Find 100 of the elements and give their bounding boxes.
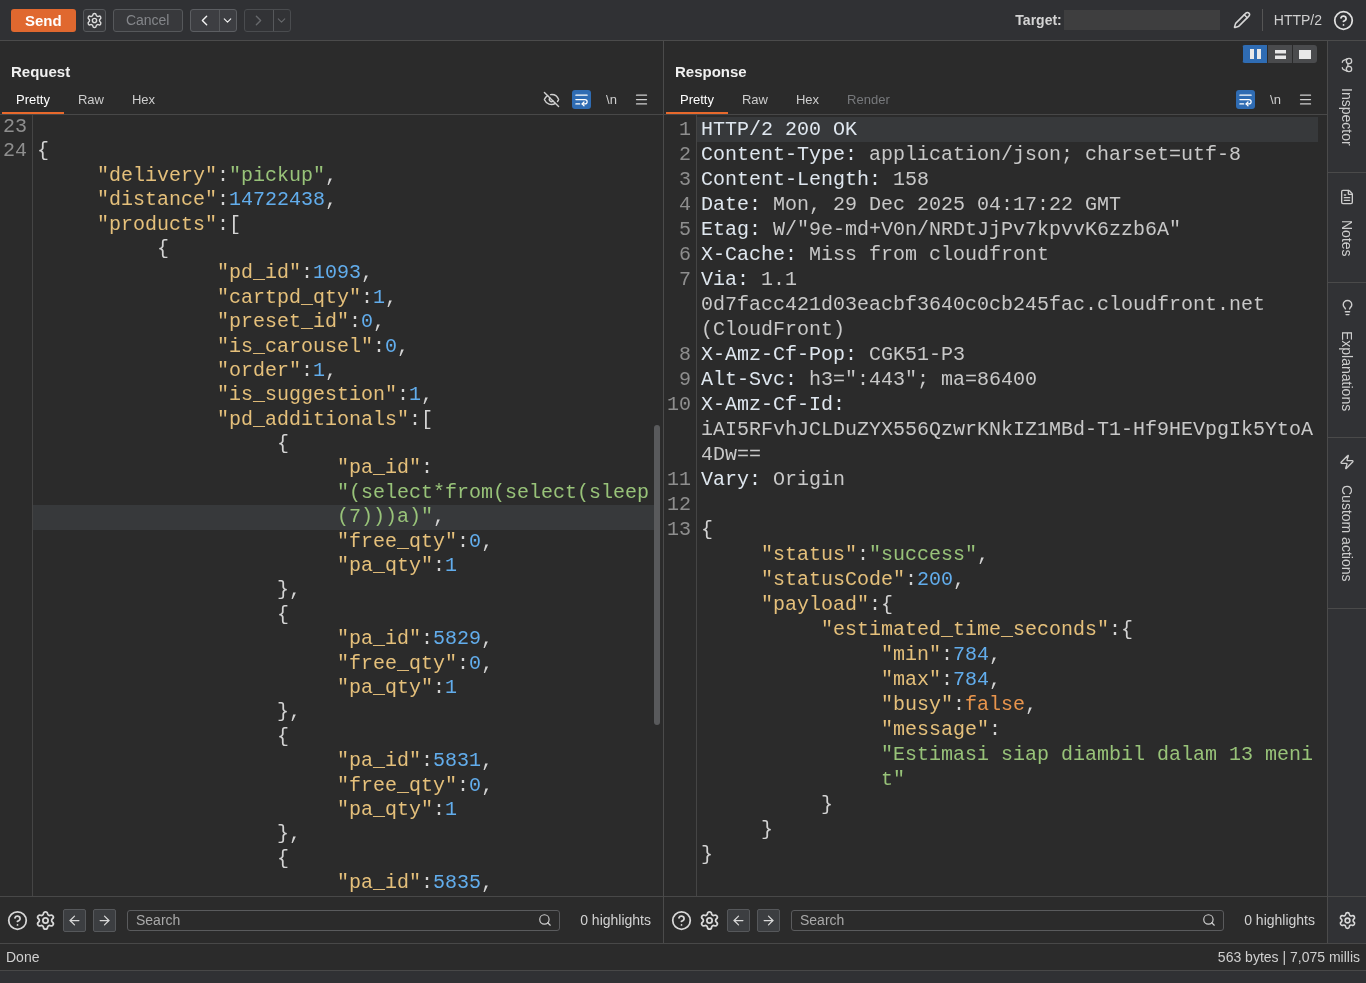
pencil-icon[interactable] bbox=[1232, 11, 1251, 29]
code-line: X-Amz-Cf-Id: bbox=[701, 393, 846, 416]
view-tab[interactable]: Raw bbox=[63, 85, 118, 114]
hide-toggle[interactable] bbox=[542, 90, 561, 109]
code-line: 0d7facc421d03eacbf3640c0cb245fac.cloudfront.net bbox=[701, 293, 1266, 316]
code-line: { bbox=[37, 139, 49, 163]
code-line: Date: Mon, 29 Dec 2025 04:17:22 GMT bbox=[701, 193, 1122, 216]
code-line: Etag: W/"9e-md+V0n/NRDtJjPv7kpvvK6zzb6A" bbox=[701, 218, 1182, 241]
code-line: } bbox=[761, 818, 774, 841]
view-tab[interactable]: Pretty bbox=[666, 85, 728, 114]
code-line: { bbox=[277, 724, 290, 748]
layout-button[interactable] bbox=[1267, 45, 1292, 63]
code-line: } bbox=[821, 793, 834, 816]
code-line: "free_qty":0, bbox=[337, 773, 494, 797]
code-line: Alt-Svc: h3=":443"; ma=86400 bbox=[701, 368, 1038, 391]
code-line: "(select*from(select(sleep bbox=[337, 480, 650, 504]
next-button[interactable] bbox=[93, 908, 116, 932]
view-tab[interactable]: Hex bbox=[118, 85, 170, 114]
scrollbar-thumb[interactable] bbox=[654, 425, 660, 725]
newline-toggle[interactable]: \n bbox=[1266, 90, 1285, 109]
next-button[interactable] bbox=[757, 908, 780, 932]
code-line: (CloudFront) bbox=[701, 318, 846, 341]
code-line: X-Cache: Miss from cloudfront bbox=[701, 243, 1050, 266]
highlight-count: 0 highlights bbox=[580, 912, 651, 928]
right-arrow-icon bbox=[97, 912, 112, 928]
line-number: 8 bbox=[679, 343, 691, 366]
square-icon bbox=[1299, 49, 1311, 59]
help-icon[interactable] bbox=[671, 909, 692, 931]
line-number: 10 bbox=[667, 393, 691, 416]
line-number: 7 bbox=[679, 268, 691, 291]
status-text: Done bbox=[6, 949, 40, 965]
menu-icon bbox=[1298, 92, 1313, 107]
code-line: "status":"success", bbox=[761, 543, 990, 566]
side-panel-tab[interactable]: Explanations bbox=[1328, 283, 1366, 439]
help-icon[interactable] bbox=[7, 909, 28, 931]
layout-button[interactable] bbox=[1292, 45, 1317, 63]
settings-icon[interactable] bbox=[35, 909, 56, 931]
code-line: "pa_qty":1 bbox=[337, 554, 458, 578]
code-line: "pa_qty":1 bbox=[337, 797, 458, 821]
layout-button[interactable] bbox=[1242, 45, 1267, 63]
view-tab[interactable]: Hex bbox=[782, 85, 834, 114]
code-line: X-Amz-Cf-Pop: CGK51-P3 bbox=[701, 343, 966, 366]
document-icon bbox=[1339, 188, 1355, 205]
search-field[interactable]: Search bbox=[127, 909, 561, 931]
code-line: Vary: Origin bbox=[701, 468, 846, 491]
line-number: 11 bbox=[667, 468, 691, 491]
settings-icon[interactable] bbox=[1337, 910, 1357, 930]
settings-icon[interactable] bbox=[699, 909, 720, 931]
code-line: iAI5RFvhJCLDuZYX556QzwrKNkIZ1MBd-T1-Hf9HEVpgIk5YtoA bbox=[701, 418, 1314, 441]
code-line: "preset_id":0, bbox=[217, 310, 386, 334]
eye-off-icon bbox=[543, 91, 560, 108]
code-line: "busy":false, bbox=[881, 693, 1038, 716]
line-number: 24 bbox=[3, 139, 27, 163]
search-icon bbox=[538, 912, 553, 927]
settings-button[interactable] bbox=[82, 8, 106, 32]
panel-title: Request bbox=[10, 63, 72, 82]
code-line: "distance":14722438, bbox=[97, 188, 338, 212]
line-number: 1 bbox=[679, 118, 691, 141]
code-line: "order":1, bbox=[217, 358, 338, 382]
previous-button[interactable] bbox=[63, 908, 86, 932]
view-tab[interactable]: Raw bbox=[727, 85, 782, 114]
response-stats: 563 bytes | 7,075 millis bbox=[1217, 949, 1360, 965]
target-label: Target: bbox=[1015, 12, 1062, 28]
previous-button[interactable] bbox=[727, 908, 750, 932]
lightning-icon bbox=[1339, 454, 1355, 471]
line-number: 6 bbox=[679, 243, 691, 266]
wrap-toggle[interactable] bbox=[1236, 90, 1255, 109]
wrap-icon bbox=[1238, 92, 1253, 107]
wrap-icon bbox=[574, 92, 589, 107]
line-number: 3 bbox=[679, 168, 691, 191]
code-line: "delivery":"pickup", bbox=[97, 163, 338, 187]
code-line: } bbox=[701, 843, 713, 866]
code-line: "max":784, bbox=[881, 668, 1002, 691]
code-line: "products":[ bbox=[97, 212, 242, 236]
line-number: 5 bbox=[679, 218, 691, 241]
code-line: "is_carousel":0, bbox=[217, 334, 410, 358]
code-line: "pa_id":5831, bbox=[337, 749, 494, 773]
code-line: "payload":{ bbox=[761, 593, 894, 616]
code-line: "free_qty":0, bbox=[337, 651, 494, 675]
protocol-label[interactable]: HTTP/2 bbox=[1273, 12, 1322, 28]
view-tab[interactable]: Pretty bbox=[2, 85, 64, 114]
side-panel-tab[interactable]: Custom actions bbox=[1328, 438, 1366, 609]
side-panel-tab[interactable]: Notes bbox=[1328, 172, 1366, 284]
side-panel-tab[interactable]: Inspector bbox=[1328, 41, 1366, 173]
line-number: 9 bbox=[679, 368, 691, 391]
newline-toggle[interactable]: \n bbox=[602, 90, 621, 109]
code-line: Content-Type: application/json; charset=utf-8 bbox=[701, 143, 1242, 166]
search-icon bbox=[1202, 912, 1217, 927]
search-field[interactable]: Search bbox=[791, 909, 1225, 931]
code-line: Via: 1.1 bbox=[701, 268, 798, 291]
right-arrow-icon bbox=[761, 912, 776, 928]
code-line: "min":784, bbox=[881, 643, 1002, 666]
help-icon[interactable] bbox=[1333, 9, 1354, 31]
code-line: }, bbox=[277, 822, 302, 846]
code-line: { bbox=[277, 602, 290, 626]
code-line: "Estimasi siap diambil dalam 13 meni bbox=[881, 743, 1314, 766]
code-line: "pa_id":5829, bbox=[337, 627, 494, 651]
wrap-toggle[interactable] bbox=[572, 90, 591, 109]
code-line: "pd_additionals":[ bbox=[217, 407, 434, 431]
code-line: "pd_id":1093, bbox=[217, 261, 374, 285]
